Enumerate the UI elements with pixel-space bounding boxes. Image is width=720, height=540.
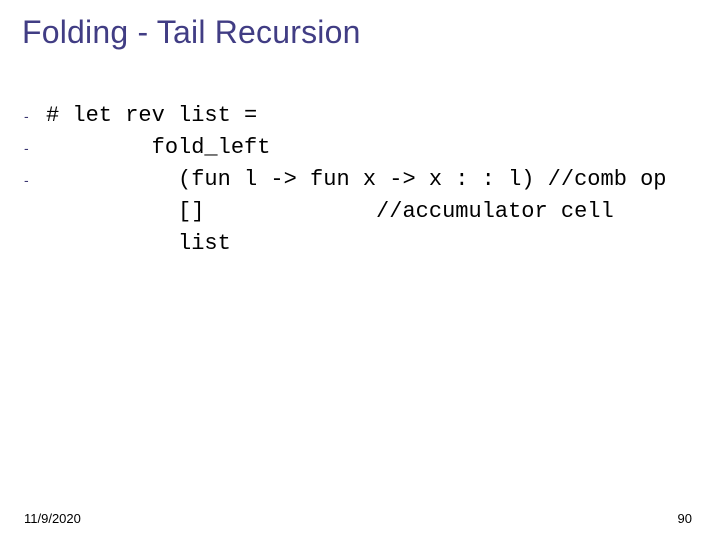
bullet-dash: - xyxy=(24,138,46,158)
bullet-dash: - xyxy=(24,170,46,190)
slide-title: Folding - Tail Recursion xyxy=(22,14,361,51)
code-line: - (fun l -> fun x -> x : : l) //comb op xyxy=(24,164,700,196)
bullet-dash: - xyxy=(24,106,46,126)
code-text: [] //accumulator cell xyxy=(46,196,614,228)
code-line: list xyxy=(24,228,700,260)
slide: Folding - Tail Recursion - # let rev lis… xyxy=(0,0,720,540)
code-text: # let rev list = xyxy=(46,100,257,132)
code-text: list xyxy=(46,228,231,260)
code-text: (fun l -> fun x -> x : : l) //comb op xyxy=(46,164,667,196)
footer-date: 11/9/2020 xyxy=(24,511,81,526)
code-text: fold_left xyxy=(46,132,270,164)
code-block: - # let rev list = - fold_left - (fun l … xyxy=(24,100,700,259)
code-line: - # let rev list = xyxy=(24,100,700,132)
footer-page-number: 90 xyxy=(678,511,692,526)
code-line: [] //accumulator cell xyxy=(24,196,700,228)
code-line: - fold_left xyxy=(24,132,700,164)
